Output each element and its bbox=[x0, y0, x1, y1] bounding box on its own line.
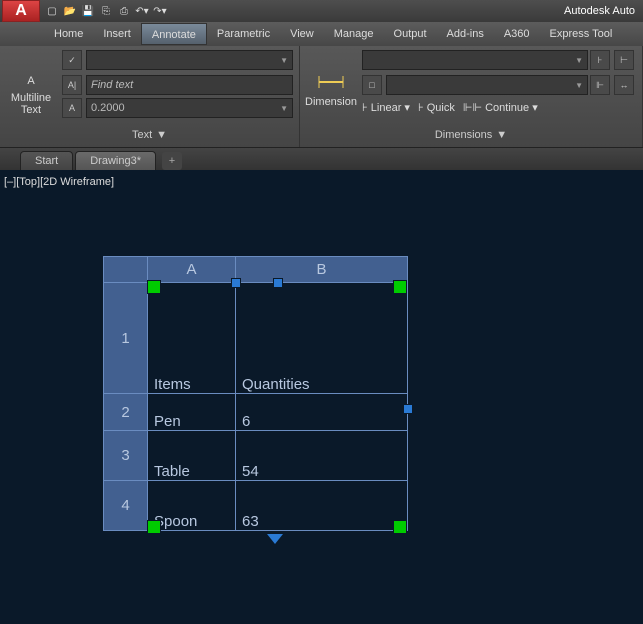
spellcheck-icon[interactable]: ✓ bbox=[62, 50, 82, 70]
text-icon: A bbox=[17, 62, 45, 90]
row-header-1[interactable]: 1 bbox=[104, 283, 148, 394]
grip-corner-icon[interactable] bbox=[393, 520, 407, 534]
tab-output[interactable]: Output bbox=[384, 23, 437, 45]
linear-button[interactable]: ⊦ Linear ▾ bbox=[362, 101, 410, 114]
tab-start[interactable]: Start bbox=[20, 151, 73, 170]
save-icon[interactable]: 💾 bbox=[80, 3, 96, 19]
title-bar: A ▢ 📂 💾 ⎘ ⎙ ↶▾ ↷▾ Autodesk Auto bbox=[0, 0, 643, 22]
chevron-down-icon: ▼ bbox=[156, 129, 167, 141]
ribbon: A Multiline Text ✓ ▼ A| Find text A 0.20… bbox=[0, 46, 643, 148]
cell-a3[interactable]: Table bbox=[148, 431, 236, 481]
tab-parametric[interactable]: Parametric bbox=[207, 23, 280, 45]
viewport-label[interactable]: [–][Top][2D Wireframe] bbox=[4, 176, 114, 188]
tab-addins[interactable]: Add-ins bbox=[437, 23, 494, 45]
cell-a1[interactable]: Items bbox=[148, 283, 236, 394]
grip-triangle-icon[interactable] bbox=[267, 534, 283, 544]
tab-view[interactable]: View bbox=[280, 23, 324, 45]
dim-style-dropdown[interactable]: ▼ bbox=[362, 50, 588, 70]
cell-a2[interactable]: Pen bbox=[148, 394, 236, 431]
tab-drawing3[interactable]: Drawing3* bbox=[75, 151, 156, 170]
quick-button[interactable]: ⊦ Quick bbox=[418, 101, 455, 114]
selected-table[interactable]: A B 1 Items Quantities 2 Pen 6 3 Table 5… bbox=[103, 256, 408, 531]
file-tabs: Start Drawing3* + bbox=[0, 148, 643, 170]
dimension-button[interactable]: Dimension bbox=[306, 50, 356, 127]
text-style-dropdown[interactable]: ▼ bbox=[86, 50, 293, 70]
cell-b1[interactable]: Quantities bbox=[236, 283, 408, 394]
text-panel-title[interactable]: Text▼ bbox=[6, 127, 293, 143]
saveas-icon[interactable]: ⎘ bbox=[98, 3, 114, 19]
dimensions-panel: Dimension ▼ ⊦ ⊢ □ ▼ ⊩ ↔ ⊦ Linear ▾ ⊦ Qui… bbox=[300, 46, 643, 147]
grip-mid-icon[interactable] bbox=[273, 278, 283, 288]
grip-mid-icon[interactable] bbox=[231, 278, 241, 288]
dim-layer-dropdown[interactable]: ▼ bbox=[386, 75, 588, 95]
new-tab-button[interactable]: + bbox=[162, 152, 182, 170]
dim-tool4-icon[interactable]: ↔ bbox=[614, 75, 634, 95]
text-height-dropdown[interactable]: 0.2000▼ bbox=[86, 98, 293, 118]
svg-text:A: A bbox=[27, 75, 35, 87]
multiline-text-button[interactable]: A Multiline Text bbox=[6, 50, 56, 127]
row-header-3[interactable]: 3 bbox=[104, 431, 148, 481]
dim-panel-title[interactable]: Dimensions▼ bbox=[306, 127, 636, 143]
chevron-down-icon: ▼ bbox=[496, 129, 507, 141]
dimension-icon bbox=[317, 70, 345, 94]
mtext-label2: Text bbox=[21, 104, 41, 116]
height-icon[interactable]: A bbox=[62, 98, 82, 118]
find-icon[interactable]: A| bbox=[62, 75, 82, 95]
tab-a360[interactable]: A360 bbox=[494, 23, 540, 45]
new-icon[interactable]: ▢ bbox=[44, 3, 60, 19]
dimension-label: Dimension bbox=[305, 96, 357, 108]
cell-b4[interactable]: 63 bbox=[236, 481, 408, 531]
find-text-input[interactable]: Find text bbox=[86, 75, 293, 95]
grip-corner-icon[interactable] bbox=[147, 280, 161, 294]
dim-layer-icon[interactable]: □ bbox=[362, 75, 382, 95]
dim-tool3-icon[interactable]: ⊩ bbox=[590, 75, 610, 95]
plot-icon[interactable]: ⎙ bbox=[116, 3, 132, 19]
dim-tool1-icon[interactable]: ⊦ bbox=[590, 50, 610, 70]
column-header-b[interactable]: B bbox=[236, 257, 408, 283]
ribbon-tabs: Home Insert Annotate Parametric View Man… bbox=[0, 22, 643, 46]
open-icon[interactable]: 📂 bbox=[62, 3, 78, 19]
window-title: Autodesk Auto bbox=[168, 5, 641, 17]
undo-icon[interactable]: ↶▾ bbox=[134, 3, 150, 19]
table-corner[interactable] bbox=[104, 257, 148, 283]
tab-express[interactable]: Express Tool bbox=[540, 23, 623, 45]
app-logo[interactable]: A bbox=[2, 0, 40, 22]
row-header-2[interactable]: 2 bbox=[104, 394, 148, 431]
continue-button[interactable]: ⊩⊩ Continue ▾ bbox=[463, 101, 538, 114]
grip-corner-icon[interactable] bbox=[393, 280, 407, 294]
cell-b2[interactable]: 6 bbox=[236, 394, 408, 431]
tab-annotate[interactable]: Annotate bbox=[141, 23, 207, 45]
text-panel: A Multiline Text ✓ ▼ A| Find text A 0.20… bbox=[0, 46, 300, 147]
mtext-label1: Multiline bbox=[11, 92, 51, 104]
dim-tool2-icon[interactable]: ⊢ bbox=[614, 50, 634, 70]
cell-b3[interactable]: 54 bbox=[236, 431, 408, 481]
tab-home[interactable]: Home bbox=[44, 23, 93, 45]
column-header-a[interactable]: A bbox=[148, 257, 236, 283]
drawing-viewport[interactable]: [–][Top][2D Wireframe] A B 1 Items Quant… bbox=[0, 170, 643, 624]
tab-insert[interactable]: Insert bbox=[93, 23, 141, 45]
quick-access-toolbar: ▢ 📂 💾 ⎘ ⎙ ↶▾ ↷▾ bbox=[44, 3, 168, 19]
row-header-4[interactable]: 4 bbox=[104, 481, 148, 531]
grip-mid-icon[interactable] bbox=[403, 404, 413, 414]
tab-manage[interactable]: Manage bbox=[324, 23, 384, 45]
grip-corner-icon[interactable] bbox=[147, 520, 161, 534]
redo-icon[interactable]: ↷▾ bbox=[152, 3, 168, 19]
